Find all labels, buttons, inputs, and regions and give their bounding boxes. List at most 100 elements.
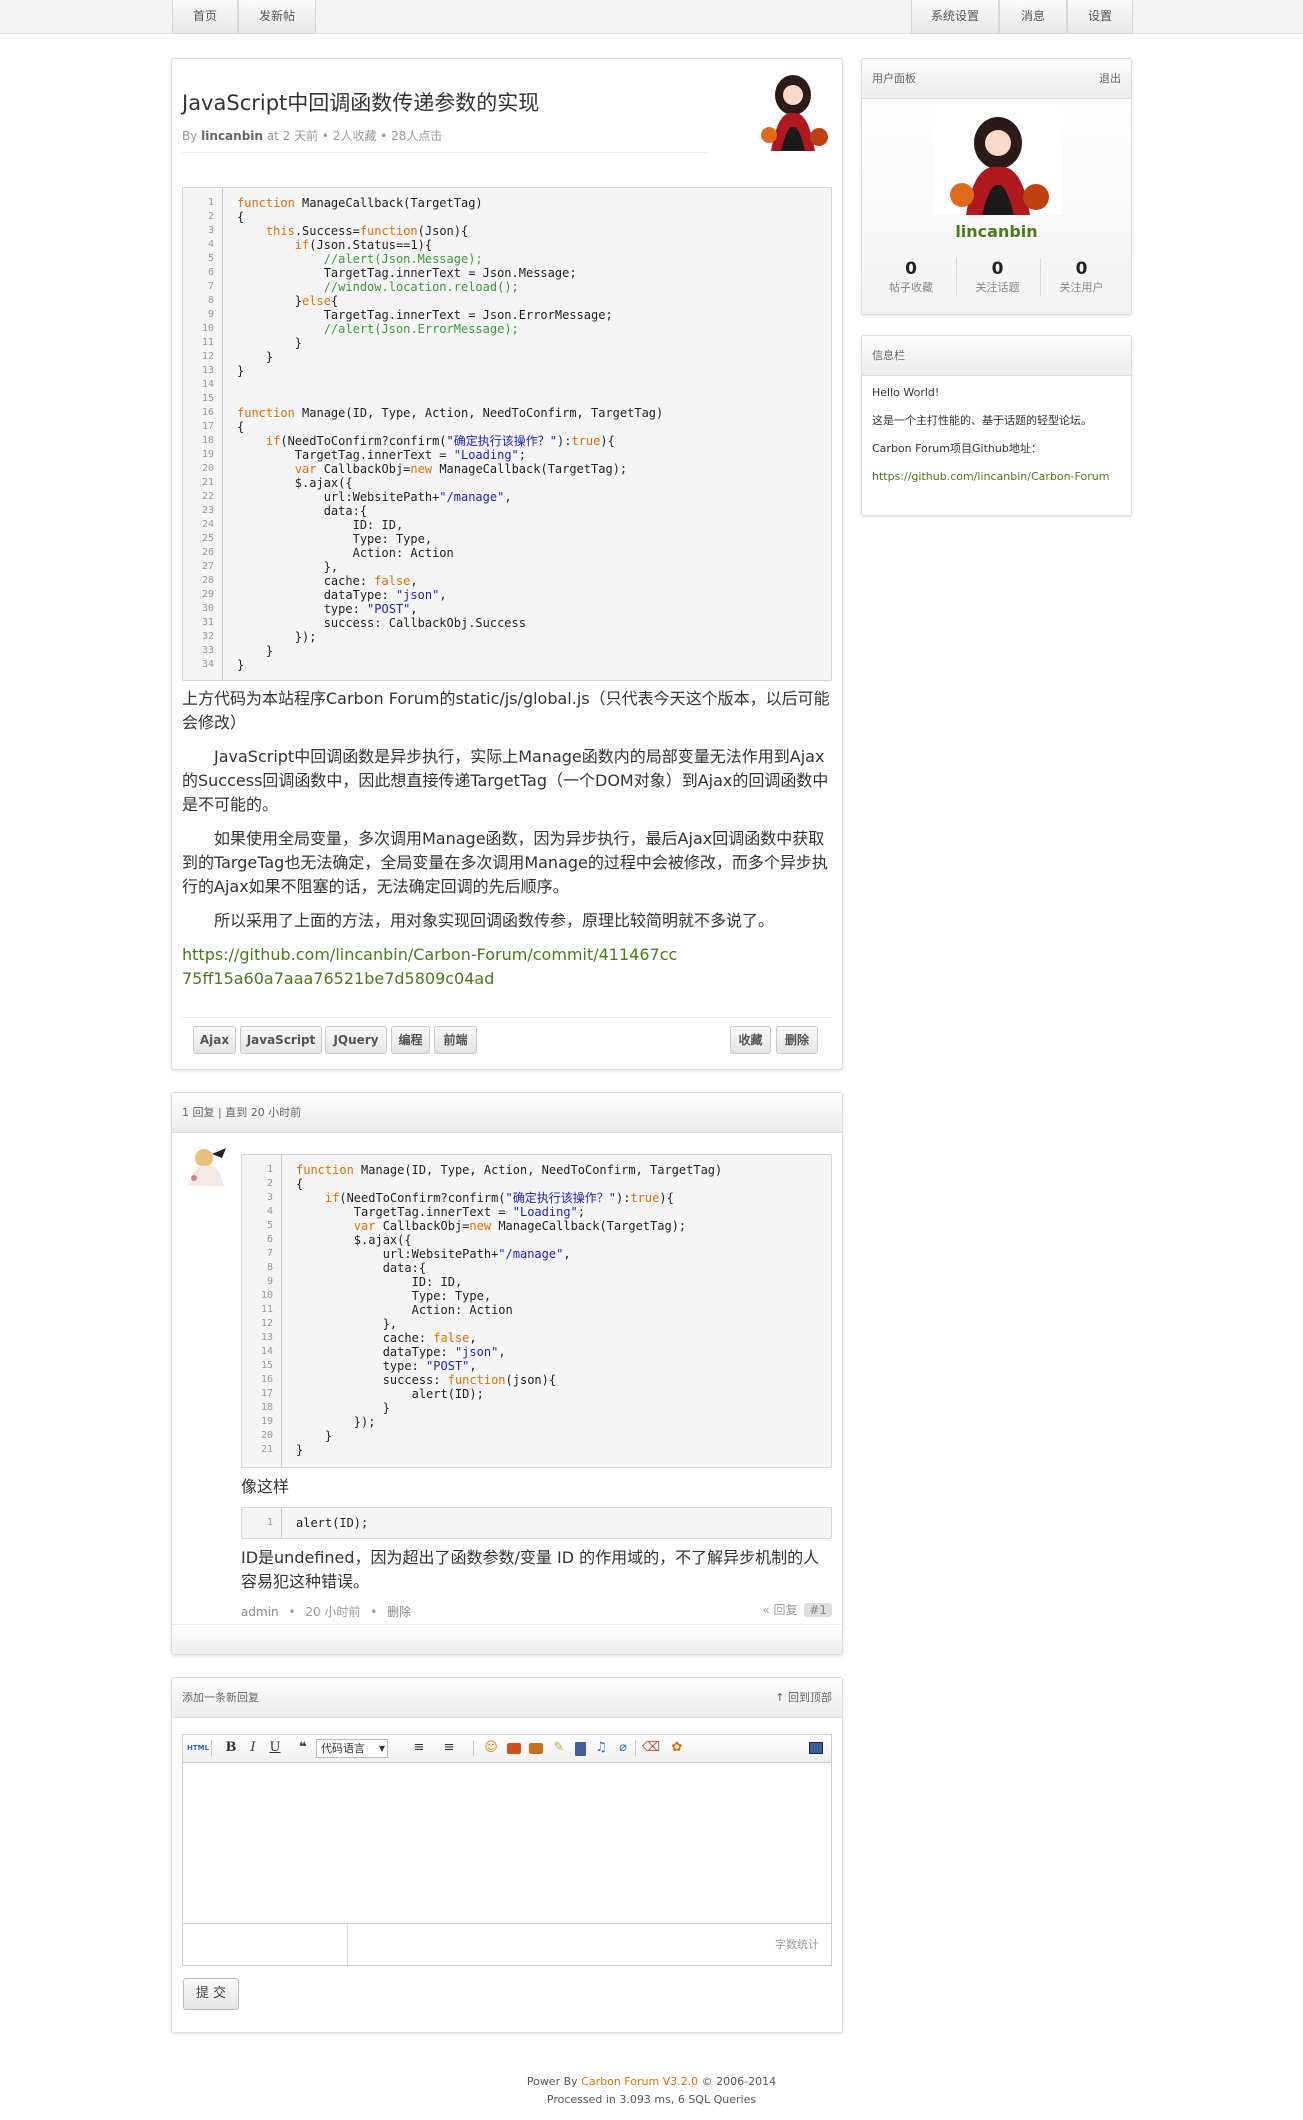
music-icon[interactable]: ♫ <box>591 1738 611 1758</box>
carbon-forum-link[interactable]: Carbon Forum V3.2.0 <box>581 2075 698 2088</box>
code-line: this.Success=function(Json){ <box>265 224 469 238</box>
tag-ajax[interactable]: Ajax <box>193 1026 236 1054</box>
chevron-down-icon: ▼ <box>378 1744 385 1753</box>
nav-settings[interactable]: 设置 <box>1067 0 1133 34</box>
bold-button[interactable]: B <box>221 1738 241 1758</box>
topic-paragraph: 如果使用全局变量，多次调用Manage函数，因为异步执行，最后Ajax回调函数中… <box>182 829 828 896</box>
code-line: } <box>237 644 274 658</box>
code-lines: alert(ID); <box>296 1508 831 1530</box>
fullscreen-icon[interactable] <box>809 1742 823 1754</box>
editor: HTML B I U ❝ 代码语言 ▼ ≡ ≡ ☺ ✎ ♫ ⌀ ⌫ ✿ 字数统计 <box>182 1734 832 1966</box>
html-source-button[interactable]: HTML <box>187 1738 209 1758</box>
line-number: 15 <box>201 393 214 404</box>
emoji-icon[interactable]: ☺ <box>481 1738 501 1758</box>
line-number: 21 <box>260 1444 273 1455</box>
line-number: 5 <box>207 253 214 264</box>
nav-home[interactable]: 首页 <box>172 0 238 34</box>
scrawl-icon[interactable]: ✎ <box>549 1738 569 1758</box>
logout-link[interactable]: 退出 <box>1099 59 1121 99</box>
back-to-top-link[interactable]: ↑ 回到顶部 <box>775 1678 832 1718</box>
line-numbers: 1 2 3 4 5 6 7 8 9 10 11 12 13 14 15 16 17 18 19 20 21 22 23 24 2… <box>183 188 223 680</box>
line-number: 17 <box>201 421 214 432</box>
nav-new-topic[interactable]: 发新帖 <box>238 0 316 34</box>
stat-followed-topics[interactable]: 0 关注话题 <box>956 258 1038 296</box>
image-upload-icon[interactable] <box>529 1743 543 1754</box>
code-line: TargetTag.innerText = Json.Message; <box>237 266 577 280</box>
topic-author-link[interactable]: lincanbin <box>201 129 263 143</box>
code-line: Action: Action <box>237 546 454 560</box>
info-line: Carbon Forum项目Github地址： <box>872 442 1042 455</box>
line-numbers: 1 2 3 4 5 6 7 8 9 10 11 12 13 14 15 16 17 18 19 20 21 <box>242 1155 282 1467</box>
reply-delete-link[interactable]: 删除 <box>387 1605 411 1619</box>
code-line: url:WebsitePath+"/manage", <box>237 490 512 504</box>
code-line: dataType: "json", <box>237 588 447 602</box>
line-number: 13 <box>260 1332 273 1343</box>
stat-followed-users[interactable]: 0 关注用户 <box>1040 258 1122 296</box>
line-number: 3 <box>266 1192 273 1203</box>
image-icon[interactable] <box>507 1743 521 1754</box>
nav-messages[interactable]: 消息 <box>999 0 1067 34</box>
line-number: 1 <box>207 197 214 208</box>
tag-jquery[interactable]: JQuery <box>325 1026 387 1054</box>
topic-commit-link[interactable]: https://github.com/lincanbin/Carbon-Foru… <box>182 943 682 991</box>
code-line: { <box>237 210 245 224</box>
user-avatar[interactable] <box>934 107 1062 215</box>
code-line: //alert(Json.Message); <box>323 252 483 266</box>
favorite-button[interactable]: 收藏 <box>730 1026 771 1054</box>
code-line: //window.location.reload(); <box>323 280 519 294</box>
new-reply-header: 添加一条新回复 ↑ 回到顶部 <box>172 1678 842 1718</box>
line-number: 15 <box>260 1360 273 1371</box>
line-number: 4 <box>266 1206 273 1217</box>
insert-video-icon[interactable] <box>575 1742 586 1756</box>
unordered-list-button[interactable]: ≡ <box>439 1738 459 1758</box>
code-language-select[interactable]: 代码语言 ▼ <box>316 1739 388 1758</box>
quote-button[interactable]: ❝ <box>293 1738 313 1758</box>
code-line: Type: Type, <box>296 1289 492 1303</box>
code-line: } <box>237 658 245 672</box>
reply-author-avatar[interactable] <box>182 1144 230 1186</box>
code-line: //alert(Json.ErrorMessage); <box>323 322 519 336</box>
line-number: 18 <box>201 435 214 446</box>
eraser-icon[interactable]: ⌫ <box>641 1738 661 1758</box>
reply-author-link[interactable]: admin <box>241 1605 279 1619</box>
reply-text: 像这样 <box>241 1477 290 1496</box>
line-number: 10 <box>260 1290 273 1301</box>
underline-button[interactable]: U <box>265 1738 285 1758</box>
line-number: 12 <box>260 1318 273 1329</box>
stat-favorites[interactable]: 0 帖子收藏 <box>870 258 952 296</box>
code-line: if(NeedToConfirm?confirm("确定执行该操作？"):tru… <box>265 434 615 448</box>
code-line: } <box>237 350 274 364</box>
line-number: 24 <box>201 519 214 530</box>
code-line: success: CallbackObj.Success <box>237 616 526 630</box>
topic-box: JavaScript中回调函数传递参数的实现 By lincanbin at 2… <box>171 58 843 1070</box>
tag-javascript[interactable]: JavaScript <box>240 1026 322 1054</box>
footer: Power By Carbon Forum V3.2.0 © 2006-2014… <box>526 2075 777 2106</box>
line-numbers: 1 <box>242 1508 282 1538</box>
code-line: ID: ID, <box>237 518 404 532</box>
tag-programming[interactable]: 编程 <box>391 1026 430 1054</box>
nav-system-settings[interactable]: 系统设置 <box>911 0 999 34</box>
reply-actions: « 回复 #1 <box>762 1601 832 1618</box>
line-number: 28 <box>201 575 214 586</box>
user-panel: 用户面板 退出 lincanbin 0 帖子收藏 0 关注话题 0 关注用户 <box>861 58 1132 315</box>
info-github-link[interactable]: https://github.com/lincanbin/Carbon-Foru… <box>872 468 1122 486</box>
delete-topic-button[interactable]: 删除 <box>776 1026 818 1054</box>
floor-badge: #1 <box>804 1603 832 1617</box>
topic-author-avatar[interactable] <box>753 65 833 151</box>
line-number: 9 <box>207 309 214 320</box>
line-number: 26 <box>201 547 214 558</box>
code-line: }else{ <box>237 294 339 308</box>
attachment-icon[interactable]: ⌀ <box>613 1738 633 1758</box>
tag-frontend[interactable]: 前端 <box>434 1026 477 1054</box>
submit-button[interactable]: 提 交 <box>183 1978 239 2010</box>
code-line: cache: false, <box>237 574 418 588</box>
code-line: TargetTag.innerText = "Loading"; <box>296 1205 586 1219</box>
sidebar-username[interactable]: lincanbin <box>862 222 1131 241</box>
ordered-list-button[interactable]: ≡ <box>409 1738 429 1758</box>
more-tools-icon[interactable]: ✿ <box>667 1738 687 1758</box>
line-number: 23 <box>201 505 214 516</box>
reply-button[interactable]: « 回复 <box>762 1603 797 1617</box>
italic-button[interactable]: I <box>243 1738 263 1758</box>
editor-text-area[interactable] <box>183 1763 831 1923</box>
line-number: 14 <box>201 379 214 390</box>
